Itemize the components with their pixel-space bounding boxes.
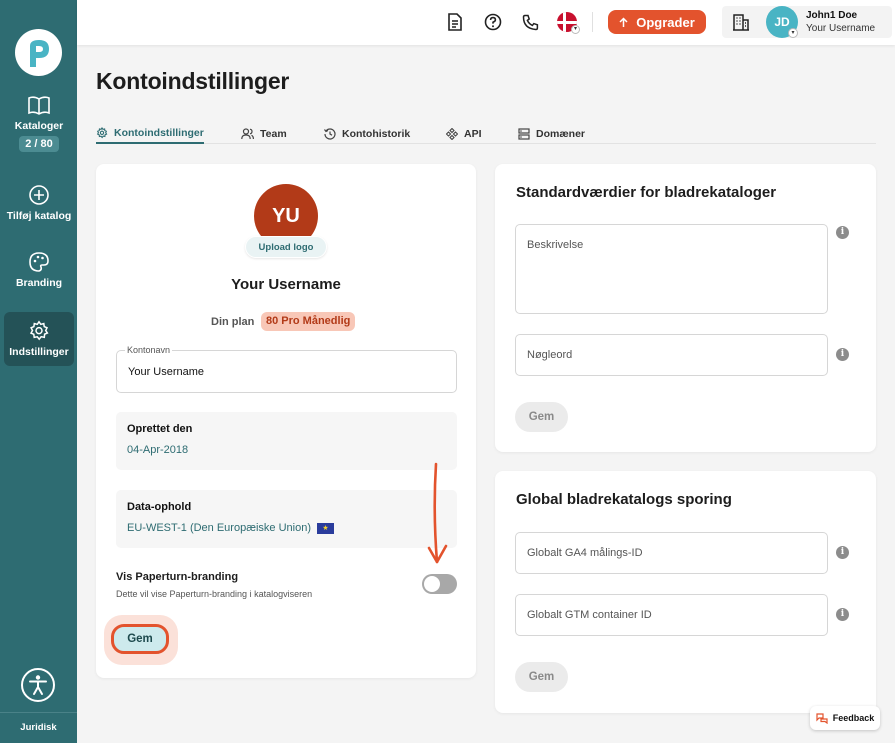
info-icon[interactable]: i — [836, 348, 849, 361]
tab-api[interactable]: API — [446, 123, 482, 144]
catalog-tracking-card: Global bladrekatalogs sporing Globalt GA… — [495, 471, 876, 713]
account-settings-card: YU Upload logo Your Username Din plan 80… — [96, 164, 476, 678]
keywords-placeholder: Nøgleord — [527, 349, 573, 361]
user-name: John1 Doe — [806, 10, 858, 21]
question-circle-icon — [484, 13, 502, 31]
info-icon[interactable]: i — [836, 546, 849, 559]
gtm-placeholder: Globalt GTM container ID — [527, 609, 652, 621]
feedback-icon — [816, 712, 828, 724]
upload-logo-button[interactable]: Upload logo — [245, 236, 327, 258]
sidebar-item-kataloger[interactable]: Kataloger 2 / 80 — [4, 94, 74, 152]
palette-icon — [29, 252, 49, 272]
tab-label: Kontohistorik — [342, 127, 411, 140]
description-placeholder: Beskrivelse — [527, 239, 584, 251]
document-icon — [448, 13, 462, 31]
upgrade-button[interactable]: Opgrader — [608, 10, 706, 34]
history-icon — [324, 127, 336, 140]
ga4-placeholder: Globalt GA4 målings-ID — [527, 547, 643, 559]
save-defaults-button[interactable]: Gem — [515, 402, 568, 432]
account-name-label: Kontonavn — [125, 345, 173, 355]
chevron-down-icon: ▾ — [571, 25, 580, 34]
plan-badge: 80 Pro Månedlig — [261, 312, 356, 331]
defaults-title: Standardværdier for bladrekataloger — [516, 184, 777, 201]
residency-value-row: EU-WEST-1 (Den Europæiske Union) ★ — [127, 522, 335, 534]
ga4-id-input[interactable]: Globalt GA4 målings-ID — [515, 532, 828, 574]
api-icon — [446, 127, 458, 140]
created-value: 04-Apr-2018 — [127, 444, 189, 456]
book-open-icon — [28, 96, 50, 115]
tab-label: Kontoindstillinger — [114, 126, 204, 139]
paperturn-logo-icon — [29, 39, 49, 67]
save-tracking-button[interactable]: Gem — [515, 662, 568, 692]
catalog-defaults-card: Standardværdier for bladrekataloger Besk… — [495, 164, 876, 452]
toggle-knob — [424, 576, 440, 592]
description-textarea[interactable]: Beskrivelse — [515, 224, 828, 314]
data-residency-box: Data-ophold EU-WEST-1 (Den Europæiske Un… — [116, 490, 457, 548]
tab-label: Domæner — [536, 127, 586, 140]
sidebar-item-label: Tilføj katalog — [6, 210, 72, 222]
top-header: ▾ Opgrader JD ▾ John1 Doe Your Username — [77, 0, 895, 45]
info-icon[interactable]: i — [836, 608, 849, 621]
tab-label: Team — [260, 127, 287, 140]
sidebar: Kataloger 2 / 80 Tilføj katalog Branding… — [0, 0, 77, 743]
sidebar-item-indstillinger[interactable]: Indstillinger — [4, 312, 74, 366]
feedback-label: Feedback — [832, 713, 875, 723]
sidebar-item-tilfoej-katalog[interactable]: Tilføj katalog — [4, 184, 74, 222]
gtm-id-input[interactable]: Globalt GTM container ID — [515, 594, 828, 636]
branding-toggle[interactable] — [422, 574, 457, 594]
users-icon — [241, 127, 254, 139]
sidebar-item-label: Branding — [15, 277, 63, 289]
user-username: Your Username — [806, 23, 876, 34]
plus-circle-icon — [29, 185, 49, 205]
tab-kontohistorik[interactable]: Kontohistorik — [324, 123, 410, 144]
contact-phone-button[interactable] — [520, 12, 540, 32]
header-divider — [592, 12, 593, 32]
user-menu[interactable]: JD ▾ John1 Doe Your Username — [722, 6, 892, 38]
settings-tabs: Kontoindstillinger Team Kontohistorik AP… — [96, 118, 876, 144]
phone-icon — [522, 14, 538, 30]
branding-description: Dette vil vise Paperturn-branding i kata… — [116, 589, 313, 599]
account-username: Your Username — [231, 276, 341, 293]
tab-kontoindstillinger[interactable]: Kontoindstillinger — [96, 123, 204, 144]
keywords-input[interactable]: Nøgleord — [515, 334, 828, 376]
server-icon — [518, 127, 530, 140]
documentation-button[interactable] — [445, 12, 465, 32]
building-icon — [733, 14, 749, 31]
sidebar-item-branding[interactable]: Branding — [4, 251, 74, 289]
organization-button[interactable] — [732, 13, 750, 36]
branding-title: Vis Paperturn-branding — [116, 571, 239, 583]
account-name-field[interactable]: Kontonavn Your Username — [116, 345, 457, 393]
annotation-arrow-icon — [427, 462, 448, 564]
created-date-box: Oprettet den 04-Apr-2018 — [116, 412, 457, 470]
accessibility-icon — [29, 675, 47, 695]
sidebar-item-label: Kataloger — [14, 120, 64, 132]
eu-flag-icon: ★ — [317, 522, 335, 534]
help-button[interactable] — [483, 12, 503, 32]
tab-domaener[interactable]: Domæner — [518, 123, 585, 144]
sidebar-divider — [0, 712, 77, 713]
chevron-down-icon: ▾ — [788, 28, 798, 38]
sidebar-item-label: Indstillinger — [9, 346, 69, 358]
plan-label: Din plan — [211, 316, 255, 328]
account-name-value: Your Username — [128, 366, 205, 378]
paperturn-logo[interactable] — [15, 29, 62, 76]
created-label: Oprettet den — [127, 423, 193, 435]
upgrade-label: Opgrader — [636, 14, 695, 30]
catalog-counter-badge: 2 / 80 — [19, 136, 59, 152]
feedback-button[interactable]: Feedback — [810, 706, 880, 730]
legal-link[interactable]: Juridisk — [0, 722, 77, 733]
tracking-title: Global bladrekatalogs sporing — [516, 491, 732, 508]
residency-value: EU-WEST-1 (Den Europæiske Union) — [127, 522, 312, 534]
tab-label: API — [464, 127, 482, 140]
save-account-button[interactable]: Gem — [111, 624, 169, 654]
gear-icon — [96, 126, 108, 138]
residency-label: Data-ophold — [127, 501, 192, 513]
page-title: Kontoindstillinger — [96, 68, 290, 94]
arrow-up-icon — [619, 16, 628, 27]
tab-team[interactable]: Team — [241, 123, 287, 144]
gear-icon — [29, 320, 49, 341]
info-icon[interactable]: i — [836, 226, 849, 239]
accessibility-button[interactable] — [21, 668, 55, 702]
